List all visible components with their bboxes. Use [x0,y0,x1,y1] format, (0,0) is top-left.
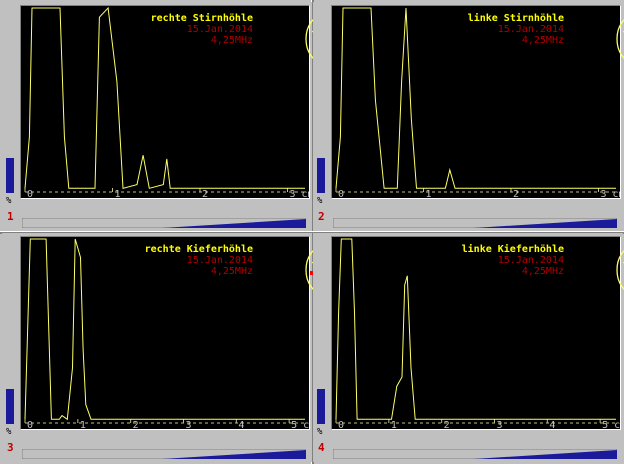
channel-panel-1[interactable]: % 1 0 1 2 3 cm rechte Stirnhöhle15.Jan.20144,2… [2,2,339,231]
tick-label: 3 [185,420,191,429]
probe-frequency: 4,25MHz [521,266,564,277]
gain-ramp-slider[interactable] [332,213,618,229]
gain-slider[interactable] [317,8,327,193]
channel-number: 4 [318,441,325,454]
tick-label: 0 [27,420,33,429]
channel-panel-4[interactable]: % 4 0 1 2 3 4 5 cm linke Kieferhöhle15.Jan.20144… [313,233,624,462]
tick-label: 1 [80,420,86,429]
probe-frequency: 4,25MHz [210,35,253,46]
measurement-date: 15.Jan.2014 [497,255,564,266]
tick-label: 2 [513,189,519,198]
tick-label: 5 cm [602,420,620,429]
tick-label: 0 [338,189,344,198]
channel-title: rechte Kieferhöhle [144,244,253,255]
percent-label: % [317,427,323,437]
a-scan-display: 0 1 2 3 4 5 cm linke Kieferhöhle15.Jan.20144,2… [331,236,624,430]
channel-number: 2 [318,210,325,223]
tick-label: 3 cm [601,189,621,198]
echo-trace [24,6,305,189]
measurement-date: 15.Jan.2014 [497,24,564,35]
tick-label: 4 [549,420,555,429]
echo-trace [335,7,616,189]
tick-label: 5 cm [291,420,309,429]
a-scan-display: 0 1 2 3 cm rechte Stirnhöhle15.Jan.20144,25M… [20,5,339,199]
gain-level-bar [317,157,325,193]
tick-label: 2 [202,189,208,198]
tick-label: 0 [338,420,344,429]
measurement-date: 15.Jan.2014 [186,24,253,35]
tick-label: 2 [444,420,450,429]
channel-number: 3 [7,441,14,454]
echo-trace [335,238,616,420]
tick-label: 3 [496,420,502,429]
channel-panel-3[interactable]: % 3 0 1 2 3 4 5 cm rechte Kieferhöhle15.Jan.2014… [2,233,339,462]
a-scan-display: 0 1 2 3 4 5 cm rechte Kieferhöhle15.Jan.20144,… [20,236,339,430]
gain-slider[interactable] [6,8,16,193]
a-scan-display: 0 1 2 3 cm linke Stirnhöhle15.Jan.20144,25MH… [331,5,624,199]
channel-number: 1 [7,210,14,223]
percent-label: % [317,196,323,206]
gain-level-bar [6,157,14,193]
channel-panel-2[interactable]: % 2 0 1 2 3 cm linke Stirnhöhle15.Jan.20144,25… [313,2,624,231]
channel-title: linke Stirnhöhle [467,13,564,24]
echo-trace [24,238,305,421]
percent-label: % [6,196,12,206]
tick-label: 1 [115,189,121,198]
gain-ramp-slider[interactable] [21,213,307,229]
gain-slider[interactable] [317,239,327,424]
probe-frequency: 4,25MHz [521,35,564,46]
gain-slider[interactable] [6,239,16,424]
tick-label: 1 [426,189,432,198]
tick-label: 1 [391,420,397,429]
tick-label: 0 [27,189,33,198]
gain-ramp-slider[interactable] [332,444,618,460]
channel-title: linke Kieferhöhle [461,244,564,255]
tick-label: 2 [133,420,139,429]
percent-label: % [6,427,12,437]
probe-frequency: 4,25MHz [210,266,253,277]
gain-level-bar [317,388,325,424]
gain-ramp-slider[interactable] [21,444,307,460]
tick-label: 3 cm [290,189,310,198]
gain-level-bar [6,388,14,424]
channel-title: rechte Stirnhöhle [150,13,253,24]
measurement-date: 15.Jan.2014 [186,255,253,266]
tick-label: 4 [238,420,244,429]
